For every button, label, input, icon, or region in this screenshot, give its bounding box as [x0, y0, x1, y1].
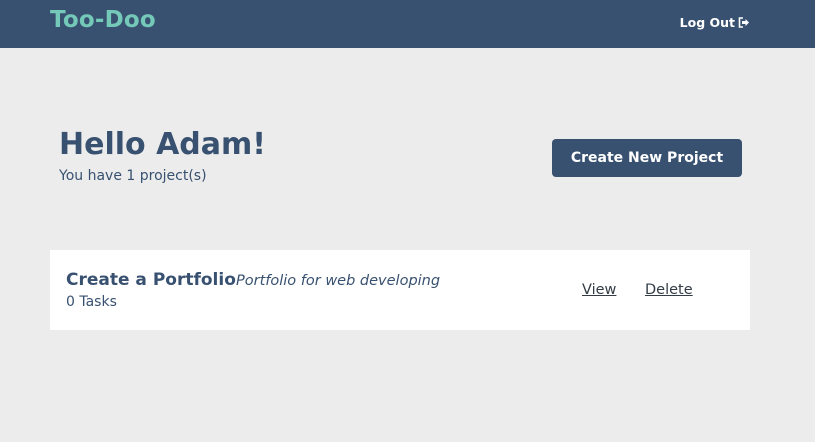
- project-card: Create a Portfolio Portfolio for web dev…: [50, 250, 750, 330]
- logout-button[interactable]: Log Out: [680, 15, 750, 30]
- sign-out-icon: [738, 17, 750, 28]
- project-task-count: 0 Tasks: [66, 294, 117, 310]
- logout-label: Log Out: [679, 15, 735, 30]
- navbar: Too-Doo Log Out: [0, 0, 815, 48]
- project-title: Create a Portfolio: [66, 270, 236, 290]
- project-description: Portfolio for web developing: [236, 273, 441, 289]
- delete-project-link[interactable]: Delete: [645, 282, 693, 298]
- create-new-project-button[interactable]: Create New Project: [552, 139, 742, 177]
- project-count: You have 1 project(s): [59, 168, 207, 184]
- brand-logo[interactable]: Too-Doo: [50, 7, 156, 33]
- view-project-link[interactable]: View: [582, 282, 616, 298]
- page-title: Hello Adam!: [59, 127, 266, 162]
